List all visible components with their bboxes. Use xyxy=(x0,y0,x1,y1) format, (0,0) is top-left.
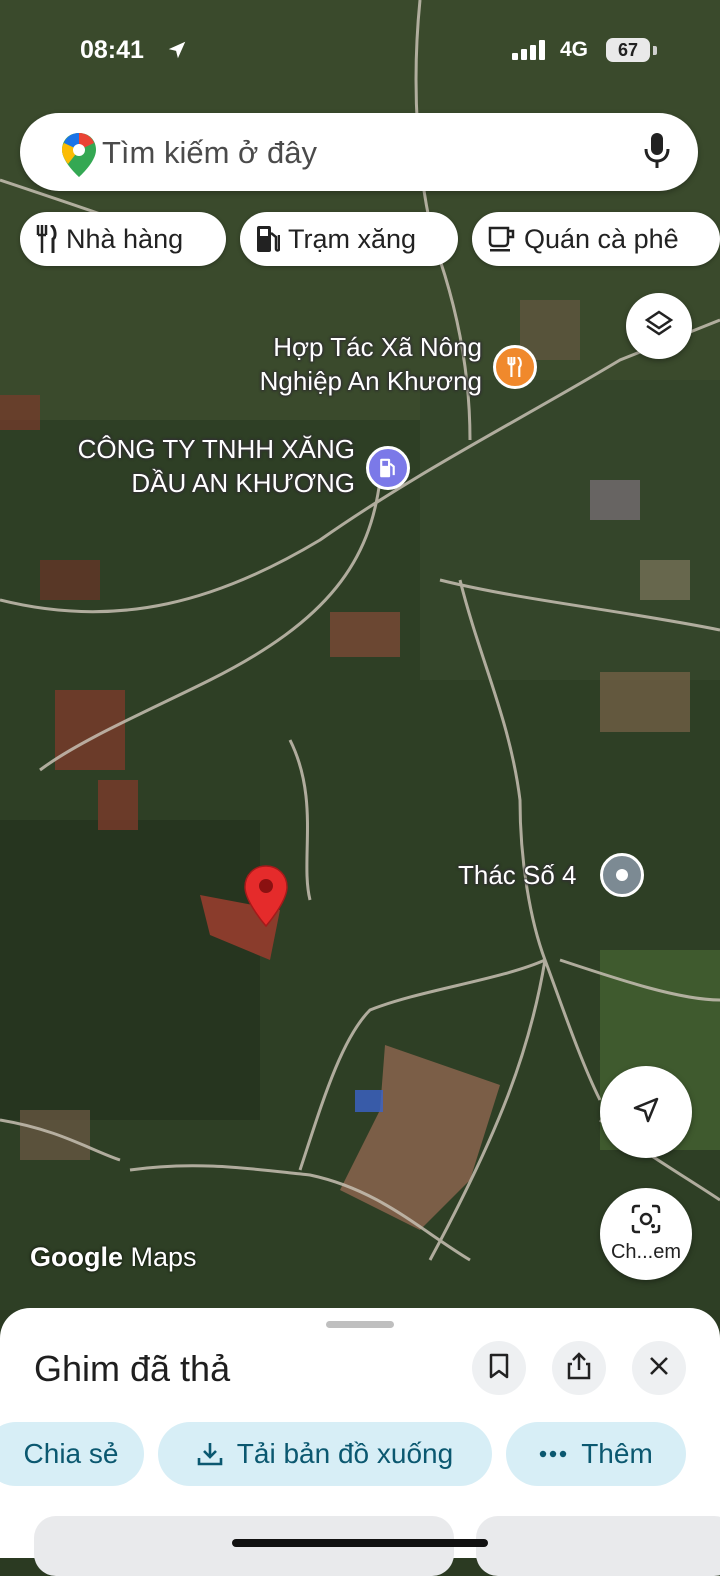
more-button[interactable]: Thêm xyxy=(506,1422,686,1486)
download-map-button[interactable]: Tải bản đồ xuống xyxy=(158,1422,492,1486)
dropped-pin-icon[interactable] xyxy=(244,865,288,932)
place-pin-icon[interactable] xyxy=(600,853,644,897)
chip-label: Trạm xăng xyxy=(288,223,417,254)
home-indicator[interactable] xyxy=(232,1539,488,1547)
camera-lens-icon xyxy=(630,1204,662,1239)
microphone-icon[interactable] xyxy=(644,133,670,174)
info-card-stub-secondary xyxy=(476,1516,720,1576)
drag-handle[interactable] xyxy=(326,1321,394,1328)
clock: 08:41 xyxy=(80,36,144,64)
share-button[interactable] xyxy=(552,1341,606,1395)
place-label-waterfall[interactable]: Thác Số 4 xyxy=(458,858,577,892)
search-bar[interactable] xyxy=(20,113,698,191)
watermark-brand: Google xyxy=(30,1242,123,1272)
google-maps-watermark: Google Maps xyxy=(30,1242,197,1273)
share-icon xyxy=(567,1351,591,1385)
more-dots-icon xyxy=(539,1450,567,1458)
sheet-title: Ghim đã thả xyxy=(34,1348,231,1389)
location-arrow-icon xyxy=(166,39,188,66)
lens-button[interactable]: Ch...em xyxy=(600,1188,692,1280)
chip-gas-stations[interactable]: Trạm xăng xyxy=(240,212,458,266)
place-label-coop[interactable]: Hợp Tác Xã Nông Nghiệp An Khương xyxy=(200,330,482,398)
chip-label: Nhà hàng xyxy=(66,223,184,254)
search-input[interactable] xyxy=(100,130,624,176)
close-button[interactable] xyxy=(632,1341,686,1395)
gas-station-pin-icon[interactable] xyxy=(366,446,410,490)
bookmark-icon xyxy=(489,1353,509,1384)
battery-tip xyxy=(653,46,657,55)
status-bar: 08:41 4G 67 xyxy=(0,30,720,70)
gas-station-icon xyxy=(256,225,280,253)
network-type: 4G xyxy=(560,38,589,61)
my-location-button[interactable] xyxy=(600,1066,692,1158)
cellular-signal-icon xyxy=(512,40,548,65)
place-label-gas-company[interactable]: CÔNG TY TNHH XĂNG DẦU AN KHƯƠNG xyxy=(30,432,355,500)
chip-label: Quán cà phê xyxy=(524,223,679,254)
action-label: Tải bản đồ xuống xyxy=(236,1438,454,1469)
close-icon xyxy=(648,1355,670,1382)
fork-knife-icon xyxy=(36,225,58,253)
lens-button-label: Ch...em xyxy=(610,1241,682,1263)
coffee-cup-icon xyxy=(488,226,516,252)
chip-cafes[interactable]: Quán cà phê xyxy=(472,212,720,266)
layers-button[interactable] xyxy=(626,293,692,359)
action-label: Thêm xyxy=(581,1438,653,1469)
navigation-arrow-icon xyxy=(631,1095,661,1130)
google-maps-logo-icon xyxy=(62,133,96,182)
battery-icon: 67 xyxy=(606,38,650,62)
share-action-button[interactable]: Chia sẻ xyxy=(0,1422,144,1486)
chip-restaurants[interactable]: Nhà hàng xyxy=(20,212,226,266)
watermark-product: Maps xyxy=(130,1242,197,1272)
download-icon xyxy=(197,1441,223,1467)
action-label: Chia sẻ xyxy=(23,1438,119,1469)
layers-icon xyxy=(644,309,674,344)
restaurant-pin-icon[interactable] xyxy=(493,345,537,389)
bottom-sheet[interactable]: Ghim đã thả Chia sẻ Tải bản đồ xuống Thê… xyxy=(0,1308,720,1576)
save-button[interactable] xyxy=(472,1341,526,1395)
